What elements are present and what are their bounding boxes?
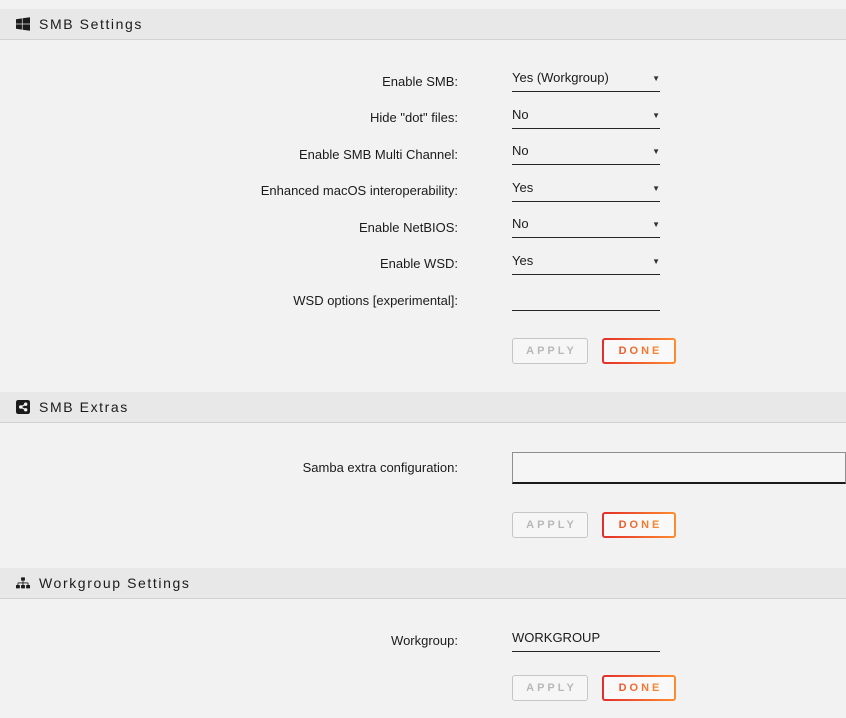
button-row: APPLY DONE [512,675,846,701]
share-alt-icon [16,400,30,414]
windows-icon [16,17,30,31]
done-label: DONE [616,345,663,357]
select-value: No [512,107,529,122]
field-label: Workgroup: [0,633,458,648]
section-workgroup-settings: Workgroup Settings Workgroup: APPLY DONE [0,568,846,701]
form-row: Samba extra configuration: [0,452,846,484]
field-label: Enable SMB Multi Channel: [0,147,458,162]
enable-smb-select[interactable]: Yes (Workgroup) ▼ [512,70,660,92]
apply-button[interactable]: APPLY [512,338,588,364]
done-label: DONE [616,519,663,531]
section-title: SMB Extras [39,399,129,415]
form-row: Enable WSD: Yes ▼ [0,246,846,283]
settings-page: SMB Settings Enable SMB: Yes (Workgroup)… [0,9,846,701]
section-title: SMB Settings [39,16,143,32]
select-value: No [512,143,529,158]
caret-down-icon: ▼ [652,147,660,156]
field-label: Enable NetBIOS: [0,220,458,235]
select-value: Yes [512,253,533,268]
form-row: Enable SMB Multi Channel: No ▼ [0,136,846,173]
form-row: Enable NetBIOS: No ▼ [0,209,846,246]
field-label: Enable WSD: [0,256,458,271]
form-row: Enhanced macOS interoperability: Yes ▼ [0,173,846,210]
samba-extra-textarea[interactable] [512,452,846,484]
button-row: APPLY DONE [512,512,846,538]
section-header: Workgroup Settings [0,568,846,599]
section-smb-extras: SMB Extras Samba extra configuration: AP… [0,392,846,538]
section-title: Workgroup Settings [39,575,191,591]
netbios-select[interactable]: No ▼ [512,216,660,238]
smb-multichannel-select[interactable]: No ▼ [512,143,660,165]
field-label: Samba extra configuration: [0,460,458,475]
done-button[interactable]: DONE [602,512,676,538]
field-label: WSD options [experimental]: [0,293,458,308]
form-row: WSD options [experimental]: [0,282,846,319]
workgroup-input[interactable] [512,630,660,652]
form-row: Enable SMB: Yes (Workgroup) ▼ [0,63,846,100]
select-value: Yes [512,180,533,195]
caret-down-icon: ▼ [652,257,660,266]
select-value: Yes (Workgroup) [512,70,609,85]
field-label: Enhanced macOS interoperability: [0,183,458,198]
hide-dot-files-select[interactable]: No ▼ [512,107,660,129]
section-header: SMB Settings [0,9,846,40]
section-header: SMB Extras [0,392,846,423]
macos-interop-select[interactable]: Yes ▼ [512,180,660,202]
field-label: Hide "dot" files: [0,110,458,125]
section-body: Samba extra configuration: APPLY DONE [0,452,846,538]
done-button[interactable]: DONE [602,675,676,701]
wsd-options-input[interactable] [512,289,660,311]
done-button[interactable]: DONE [602,338,676,364]
done-label: DONE [616,682,663,694]
section-body: Workgroup: APPLY DONE [0,626,846,701]
wsd-select[interactable]: Yes ▼ [512,253,660,275]
form-row: Hide "dot" files: No ▼ [0,100,846,137]
apply-button[interactable]: APPLY [512,512,588,538]
select-value: No [512,216,529,231]
caret-down-icon: ▼ [652,111,660,120]
section-smb-settings: SMB Settings Enable SMB: Yes (Workgroup)… [0,9,846,364]
caret-down-icon: ▼ [652,220,660,229]
caret-down-icon: ▼ [652,74,660,83]
sitemap-icon [16,576,30,590]
section-body: Enable SMB: Yes (Workgroup) ▼ Hide "dot"… [0,40,846,364]
apply-button[interactable]: APPLY [512,675,588,701]
button-row: APPLY DONE [512,338,846,364]
form-row: Workgroup: [0,626,846,656]
caret-down-icon: ▼ [652,184,660,193]
field-label: Enable SMB: [0,74,458,89]
